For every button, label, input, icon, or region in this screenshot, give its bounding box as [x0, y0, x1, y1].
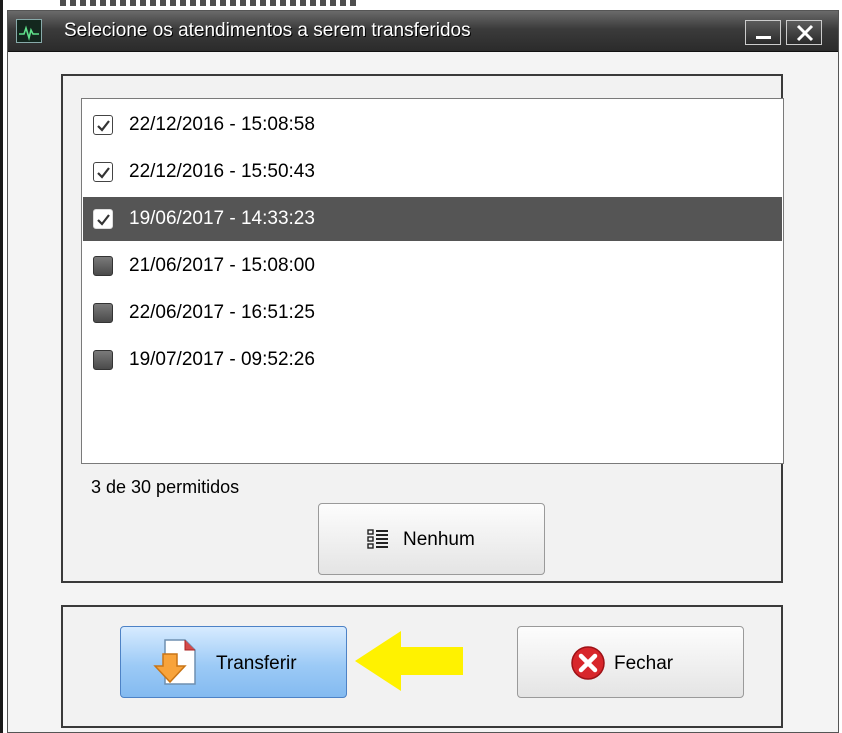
- app-monitor-icon: [16, 19, 42, 43]
- select-none-label: Nenhum: [403, 529, 475, 550]
- list-item-label: 22/06/2017 - 16:51:25: [129, 302, 315, 323]
- list-item-label: 21/06/2017 - 15:08:00: [129, 255, 315, 276]
- checkbox[interactable]: [93, 162, 113, 182]
- close-label: Fechar: [614, 653, 674, 674]
- check-icon: [97, 120, 110, 132]
- title-bar[interactable]: Selecione os atendimentos a serem transf…: [8, 11, 838, 52]
- close-window-button[interactable]: [786, 20, 822, 45]
- list-item[interactable]: 22/12/2016 - 15:08:58: [83, 103, 782, 147]
- attendance-list[interactable]: 22/12/2016 - 15:08:58 22/12/2016 - 15:50…: [81, 98, 784, 464]
- red-x-circle-icon: [571, 646, 605, 680]
- list-item-label: 22/12/2016 - 15:50:43: [129, 161, 315, 182]
- document-download-icon: [153, 639, 196, 685]
- window-title: Selecione os atendimentos a serem transf…: [64, 20, 471, 41]
- yellow-arrow-icon: [355, 631, 463, 691]
- transfer-button[interactable]: Transferir: [120, 626, 347, 698]
- checkbox[interactable]: [93, 256, 113, 276]
- select-none-button[interactable]: Nenhum: [318, 503, 545, 575]
- selection-counter: 3 de 30 permitidos: [91, 477, 240, 497]
- check-icon: [97, 214, 110, 226]
- list-item-label: 19/07/2017 - 09:52:26: [129, 349, 315, 370]
- list-select-none-icon: [367, 529, 388, 549]
- list-item[interactable]: 22/12/2016 - 15:50:43: [83, 150, 782, 194]
- close-button[interactable]: Fechar: [517, 626, 744, 698]
- minimize-icon: [756, 36, 771, 39]
- minimize-button[interactable]: [745, 20, 781, 45]
- list-item[interactable]: 21/06/2017 - 15:08:00: [83, 244, 782, 288]
- check-icon: [97, 167, 110, 179]
- transfer-dialog: Selecione os atendimentos a serem transf…: [7, 10, 839, 733]
- list-item-label: 22/12/2016 - 15:08:58: [129, 114, 315, 135]
- list-item[interactable]: 19/07/2017 - 09:52:26: [83, 338, 782, 382]
- actions-panel: Transferir Fechar: [61, 605, 783, 728]
- list-item-label: 19/06/2017 - 14:33:23: [129, 208, 315, 229]
- list-item[interactable]: 19/06/2017 - 14:33:23: [83, 197, 782, 241]
- selection-panel: 22/12/2016 - 15:08:58 22/12/2016 - 15:50…: [61, 74, 784, 583]
- checkbox[interactable]: [93, 115, 113, 135]
- checkbox[interactable]: [93, 303, 113, 323]
- background-window-edge: [0, 0, 3, 733]
- checkbox[interactable]: [93, 350, 113, 370]
- close-icon: [796, 24, 814, 42]
- checkbox[interactable]: [93, 209, 113, 229]
- background-text-fragment: [60, 0, 360, 6]
- list-item[interactable]: 22/06/2017 - 16:51:25: [83, 291, 782, 335]
- transfer-label: Transferir: [216, 653, 297, 674]
